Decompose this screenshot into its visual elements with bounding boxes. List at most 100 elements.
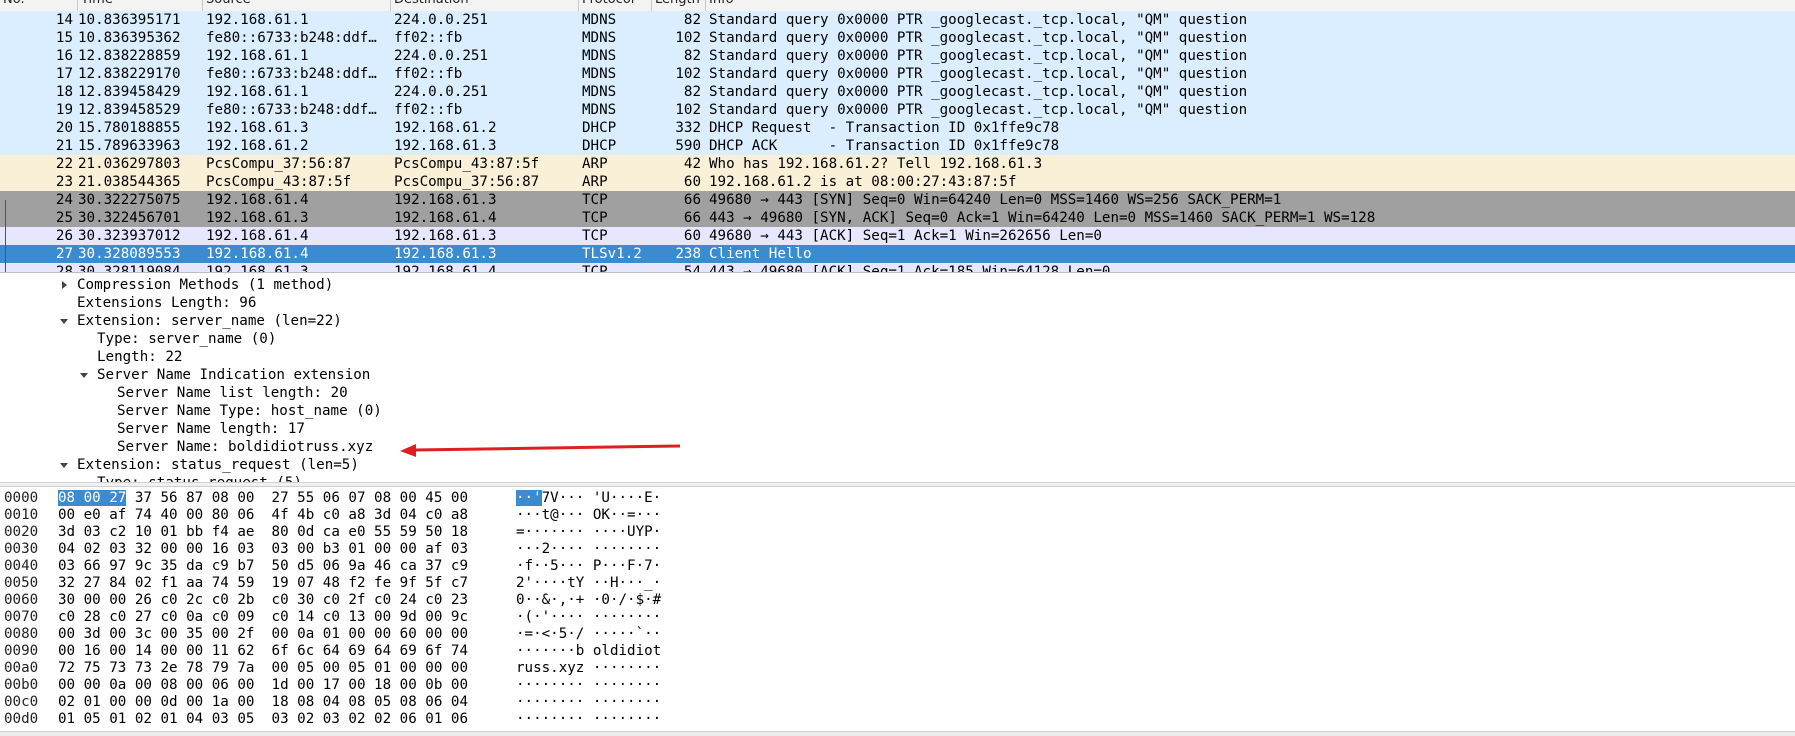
- packet-no: 26: [55, 228, 73, 244]
- packet-time: 21.036297803: [78, 156, 181, 172]
- packet-row[interactable]: 24 30.322275075 192.168.61.4 192.168.61.3 TC…: [0, 191, 1795, 209]
- byte-ascii-text: ·f··5··· P···F·7·: [516, 558, 662, 574]
- packet-row[interactable]: 14 10.836395171 192.168.61.1 224.0.0.251 MDN…: [0, 11, 1795, 29]
- byte-hex[interactable]: 08 00 27 37 56 87 08 00 27 55 06 07 08 0…: [58, 489, 468, 507]
- packet-source: fe80::6733:b248:ddf…: [206, 66, 377, 82]
- byte-ascii[interactable]: russ.xyz ········: [516, 659, 661, 677]
- byte-hex[interactable]: 00 e0 af 74 40 00 80 06 4f 4b c0 a8 3d 0…: [58, 506, 468, 524]
- packet-row[interactable]: 18 12.839458429 192.168.61.1 224.0.0.251 MDN…: [0, 83, 1795, 101]
- detail-text: Type: status_request (5): [97, 474, 302, 482]
- chevron-right-icon[interactable]: [62, 281, 67, 289]
- byte-ascii-highlight: ··': [516, 490, 542, 506]
- byte-row[interactable]: 00d0 01 05 01 02 01 04 03 05 03 02 03 02 …: [0, 710, 1795, 728]
- packet-row[interactable]: 17 12.838229170 fe80::6733:b248:ddf… ff02::…: [0, 65, 1795, 83]
- byte-hex[interactable]: 00 3d 00 3c 00 35 00 2f 00 0a 01 00 00 6…: [58, 625, 468, 643]
- byte-hex[interactable]: 03 66 97 9c 35 da c9 b7 50 d5 06 9a 46 c…: [58, 557, 468, 575]
- detail-row[interactable]: Server Name list length: 20: [0, 384, 1795, 402]
- packet-row[interactable]: 21 15.789633963 192.168.61.2 192.168.61.3 DH…: [0, 137, 1795, 155]
- byte-row[interactable]: 00a0 72 75 73 73 2e 78 79 7a 00 05 00 05 …: [0, 659, 1795, 677]
- packet-row[interactable]: 15 10.836395362 fe80::6733:b248:ddf… ff02::…: [0, 29, 1795, 47]
- chevron-down-icon[interactable]: [60, 319, 68, 324]
- detail-row[interactable]: Extension: server_name (len=22): [0, 312, 1795, 330]
- byte-row[interactable]: 0080 00 3d 00 3c 00 35 00 2f 00 0a 01 00 …: [0, 625, 1795, 643]
- byte-ascii[interactable]: =······· ····UYP·: [516, 523, 661, 541]
- byte-hex[interactable]: 32 27 84 02 f1 aa 74 59 19 07 48 f2 fe 9…: [58, 574, 468, 592]
- column-destination[interactable]: Destination: [391, 0, 579, 11]
- detail-row[interactable]: Compression Methods (1 method): [0, 276, 1795, 294]
- chevron-down-icon[interactable]: [80, 373, 88, 378]
- byte-ascii[interactable]: 0··&·,·+ ·0·/·$·#: [516, 591, 661, 609]
- packet-row[interactable]: 25 30.322456701 192.168.61.3 192.168.61.4 TC…: [0, 209, 1795, 227]
- byte-hex[interactable]: 3d 03 c2 10 01 bb f4 ae 80 0d ca e0 55 5…: [58, 523, 468, 541]
- byte-row[interactable]: 00b0 00 00 0a 00 08 00 06 00 1d 00 17 00 …: [0, 676, 1795, 694]
- bytes-tab-bar: [0, 731, 1795, 736]
- column-info[interactable]: Info: [706, 0, 1795, 11]
- byte-offset: 0060: [4, 592, 39, 608]
- byte-ascii[interactable]: ···t@··· OK··=···: [516, 506, 661, 524]
- packet-length: 82: [683, 12, 701, 28]
- byte-row[interactable]: 0000 08 00 27 37 56 87 08 00 27 55 06 07 …: [0, 489, 1795, 507]
- byte-ascii-text: ·······b oldidiot: [516, 643, 662, 659]
- packet-row[interactable]: 27 30.328089553 192.168.61.4 192.168.61.3 TL…: [0, 245, 1795, 263]
- byte-hex[interactable]: 04 02 03 32 00 00 16 03 03 00 b3 01 00 0…: [58, 540, 468, 558]
- column-time[interactable]: Time: [78, 0, 203, 11]
- byte-row[interactable]: 0050 32 27 84 02 f1 aa 74 59 19 07 48 f2 …: [0, 574, 1795, 592]
- chevron-down-icon[interactable]: [60, 463, 68, 468]
- byte-ascii[interactable]: ········ ········: [516, 710, 661, 728]
- detail-row[interactable]: Extension: status_request (len=5): [0, 456, 1795, 474]
- byte-ascii[interactable]: ·f··5··· P···F·7·: [516, 557, 661, 575]
- byte-row[interactable]: 0040 03 66 97 9c 35 da c9 b7 50 d5 06 9a …: [0, 557, 1795, 575]
- byte-ascii[interactable]: ·(·'···· ········: [516, 608, 661, 626]
- byte-row[interactable]: 0090 00 16 00 14 00 00 11 62 6f 6c 64 69 …: [0, 642, 1795, 660]
- packet-list[interactable]: No. Time Source Destination Protocol Len…: [0, 0, 1795, 273]
- detail-row[interactable]: Type: status_request (5): [0, 474, 1795, 482]
- packet-row[interactable]: 20 15.780188855 192.168.61.3 192.168.61.2 DH…: [0, 119, 1795, 137]
- detail-row[interactable]: Server Name Type: host_name (0): [0, 402, 1795, 420]
- packet-source: fe80::6733:b248:ddf…: [206, 30, 377, 46]
- detail-row[interactable]: Length: 22: [0, 348, 1795, 366]
- byte-ascii[interactable]: ···2···· ········: [516, 540, 661, 558]
- byte-row[interactable]: 0020 3d 03 c2 10 01 bb f4 ae 80 0d ca e0 …: [0, 523, 1795, 541]
- byte-hex[interactable]: c0 28 c0 27 c0 0a c0 09 c0 14 c0 13 00 9…: [58, 608, 468, 626]
- packet-length: 42: [683, 156, 701, 172]
- column-source[interactable]: Source: [203, 0, 391, 11]
- byte-ascii-text: =······· ····UYP·: [516, 524, 662, 540]
- byte-ascii[interactable]: 2'····tY ··H···_·: [516, 574, 661, 592]
- byte-ascii-text: ···t@··· OK··=···: [516, 507, 662, 523]
- column-protocol[interactable]: Protocol: [579, 0, 652, 11]
- packet-destination: PcsCompu_37:56:87: [394, 174, 540, 190]
- column-length[interactable]: Length: [652, 0, 706, 11]
- detail-row[interactable]: Extensions Length: 96: [0, 294, 1795, 312]
- byte-row[interactable]: 0070 c0 28 c0 27 c0 0a c0 09 c0 14 c0 13 …: [0, 608, 1795, 626]
- byte-hex[interactable]: 00 16 00 14 00 00 11 62 6f 6c 64 69 64 6…: [58, 642, 468, 660]
- detail-row[interactable]: Server Name Indication extension: [0, 366, 1795, 384]
- packet-row[interactable]: 16 12.838228859 192.168.61.1 224.0.0.251 MDN…: [0, 47, 1795, 65]
- byte-ascii[interactable]: ··'7V··· 'U····E·: [516, 489, 661, 507]
- packet-source: 192.168.61.4: [206, 192, 309, 208]
- packet-row[interactable]: 23 21.038544365 PcsCompu_43:87:5f PcsCompu_…: [0, 173, 1795, 191]
- byte-ascii[interactable]: ·······b oldidiot: [516, 642, 661, 660]
- byte-hex[interactable]: 00 00 0a 00 08 00 06 00 1d 00 17 00 18 0…: [58, 676, 468, 694]
- detail-row[interactable]: Server Name: boldidiotruss.xyz: [0, 438, 1795, 456]
- byte-row[interactable]: 0010 00 e0 af 74 40 00 80 06 4f 4b c0 a8 …: [0, 506, 1795, 524]
- byte-hex[interactable]: 72 75 73 73 2e 78 79 7a 00 05 00 05 01 0…: [58, 659, 468, 677]
- byte-ascii[interactable]: ········ ········: [516, 676, 661, 694]
- byte-hex[interactable]: 30 00 00 26 c0 2c c0 2b c0 30 c0 2f c0 2…: [58, 591, 468, 609]
- packet-row[interactable]: 26 30.323937012 192.168.61.4 192.168.61.3 TC…: [0, 227, 1795, 245]
- byte-ascii[interactable]: ········ ········: [516, 693, 661, 711]
- byte-hex[interactable]: 01 05 01 02 01 04 03 05 03 02 03 02 02 0…: [58, 710, 468, 728]
- packet-source: 192.168.61.4: [206, 246, 309, 262]
- packet-row[interactable]: 19 12.839458529 fe80::6733:b248:ddf… ff02::…: [0, 101, 1795, 119]
- packet-bytes[interactable]: 0000 08 00 27 37 56 87 08 00 27 55 06 07 …: [0, 487, 1795, 731]
- packet-no: 24: [55, 192, 73, 208]
- detail-row[interactable]: Server Name length: 17: [0, 420, 1795, 438]
- byte-row[interactable]: 0060 30 00 00 26 c0 2c c0 2b c0 30 c0 2f …: [0, 591, 1795, 609]
- packet-row[interactable]: 22 21.036297803 PcsCompu_37:56:87 PcsCompu_…: [0, 155, 1795, 173]
- packet-details[interactable]: Compression Methods (1 method) Extensions…: [0, 274, 1795, 482]
- byte-row[interactable]: 0030 04 02 03 32 00 00 16 03 03 00 b3 01 …: [0, 540, 1795, 558]
- detail-row[interactable]: Type: server_name (0): [0, 330, 1795, 348]
- column-no[interactable]: No.: [0, 0, 78, 11]
- byte-hex[interactable]: 02 01 00 00 0d 00 1a 00 18 08 04 08 05 0…: [58, 693, 468, 711]
- byte-ascii[interactable]: ·=·<·5·/ ·····`··: [516, 625, 661, 643]
- byte-row[interactable]: 00c0 02 01 00 00 0d 00 1a 00 18 08 04 08 …: [0, 693, 1795, 711]
